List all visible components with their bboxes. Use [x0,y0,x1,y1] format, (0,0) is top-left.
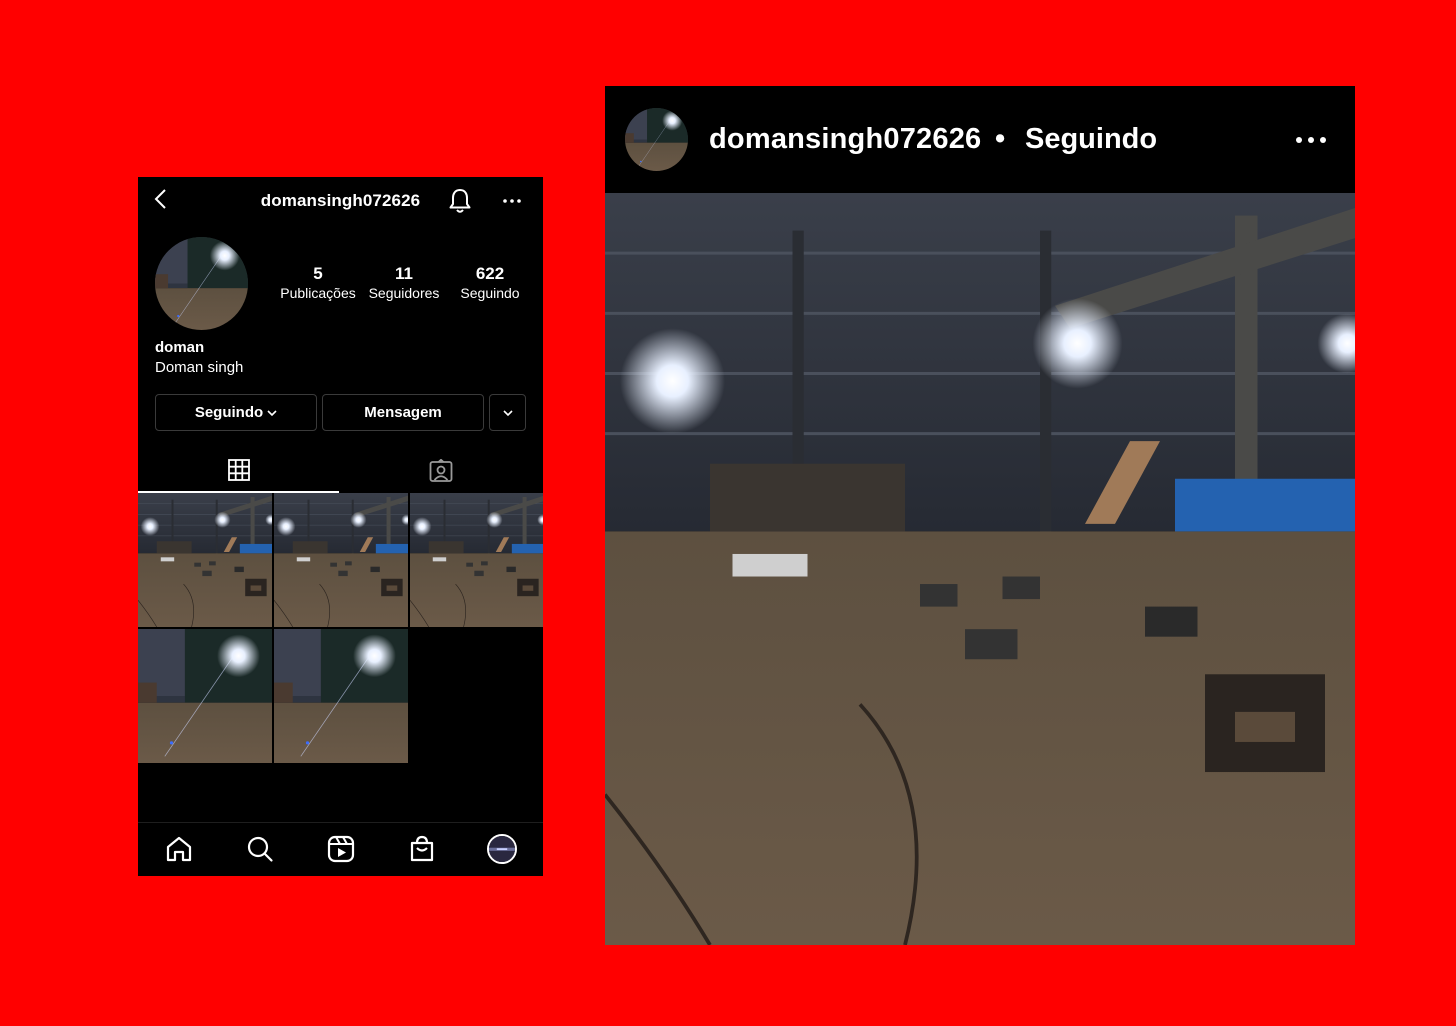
profile-screen: domansingh072626 5 Publicações 11 Seguid… [138,177,543,876]
posts-count: 5 [313,264,323,283]
message-button-label: Mensagem [364,404,442,421]
profile-avatar[interactable] [155,237,248,330]
profile-full-name: Doman singh [155,359,244,376]
post-thumbnail[interactable] [274,493,408,627]
bell-icon[interactable] [447,187,473,215]
shop-icon[interactable] [408,835,436,863]
chevron-down-icon [267,409,277,416]
post-photo[interactable] [605,193,1355,945]
tagged-icon [429,459,453,482]
suggested-accounts-button[interactable] [489,394,526,431]
more-dots-icon[interactable] [1293,130,1329,150]
message-button[interactable]: Mensagem [322,394,484,431]
header-separator: • [995,123,1006,155]
post-thumbnail[interactable] [138,629,272,763]
profile-top-bar: domansingh072626 [138,177,543,227]
profile-avatar[interactable] [487,834,517,864]
post-thumbnail[interactable] [274,629,408,763]
following-count: 622 [475,264,505,283]
grid-icon [227,459,250,481]
post-header: domansingh072626 • Seguindo [605,86,1355,193]
followers-stat[interactable]: 11 Seguidores [359,264,449,302]
post-author-username[interactable]: domansingh072626 [709,123,981,156]
tab-tagged[interactable] [339,449,543,493]
profile-display-name: doman [155,339,205,356]
following-stat[interactable]: 622 Seguindo [445,264,535,302]
post-thumbnail[interactable] [410,493,543,627]
posts-stat[interactable]: 5 Publicações [273,264,363,302]
post-thumbnail[interactable] [138,493,272,627]
following-label: Seguindo [460,285,520,301]
home-icon[interactable] [165,835,193,863]
following-button-label: Seguindo [194,404,264,421]
post-view: domansingh072626 • Seguindo [605,86,1355,945]
search-icon[interactable] [246,835,274,863]
reels-icon[interactable] [327,835,355,863]
chevron-down-icon [502,409,513,416]
followers-label: Seguidores [368,285,440,301]
tab-posts-grid[interactable] [138,449,339,493]
followers-count: 11 [395,264,413,283]
posts-label: Publicações [280,285,356,301]
bottom-nav [138,822,543,876]
back-arrow-icon[interactable] [150,187,174,211]
post-following-status[interactable]: Seguindo [1025,123,1157,156]
more-dots-icon[interactable] [500,191,524,211]
post-author-avatar[interactable] [625,108,688,171]
following-button[interactable]: Seguindo [155,394,317,431]
profile-username-header: domansingh072626 [260,191,421,210]
